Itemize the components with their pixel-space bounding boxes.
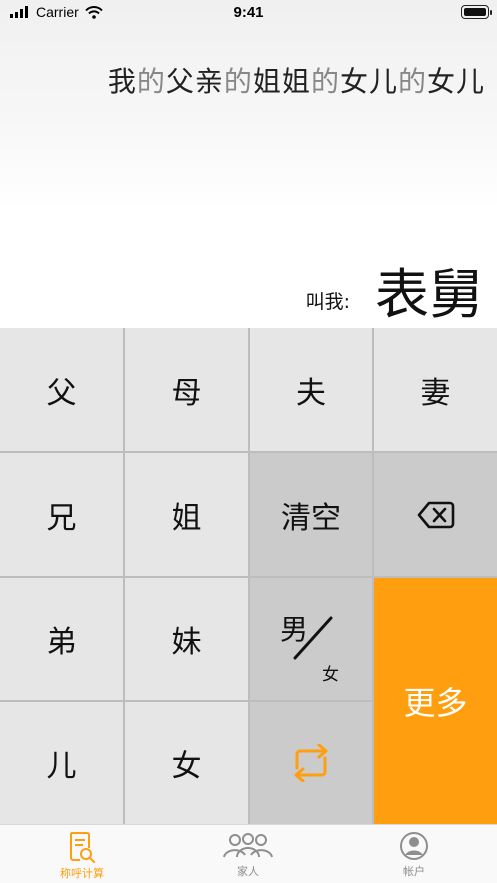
gender-toggle-button[interactable]: 男 女 (250, 578, 372, 700)
key-elder-sister[interactable]: 姐 (125, 453, 248, 576)
expression-connector: 的 (397, 65, 427, 98)
gender-female-label: 女 (322, 665, 339, 685)
result-label: 叫我: (305, 291, 350, 313)
tab-calculator[interactable]: 称呼计算 (22, 831, 142, 881)
more-button-label: 更多 (403, 684, 468, 722)
expression-connector: 的 (136, 65, 166, 98)
backspace-icon (417, 501, 454, 528)
user-circle-icon (400, 832, 428, 860)
key-younger-brother-label: 弟 (46, 625, 77, 660)
status-time: 9:41 (233, 4, 264, 21)
key-mother-label: 母 (171, 375, 202, 411)
key-husband-label: 夫 (296, 375, 326, 411)
key-younger-sister[interactable]: 妹 (125, 578, 248, 700)
expression-term: 女儿 (339, 65, 398, 98)
swap-button[interactable] (250, 702, 372, 824)
result-value: 表舅 (375, 263, 483, 326)
expression-term: 我 (107, 65, 137, 98)
clear-button-label: 清空 (281, 500, 341, 536)
key-younger-brother[interactable]: 弟 (0, 578, 123, 700)
key-father[interactable]: 父 (0, 328, 123, 451)
expression-term: 父亲 (165, 65, 224, 98)
key-son-label: 儿 (46, 749, 77, 784)
expression-connector: 的 (223, 65, 253, 98)
key-daughter-label: 女 (171, 749, 202, 784)
key-elder-sister-label: 姐 (171, 500, 202, 536)
expression-term: 女儿 (426, 65, 485, 98)
clear-button[interactable]: 清空 (250, 453, 372, 576)
backspace-button[interactable] (374, 453, 497, 576)
key-wife-label: 妻 (420, 375, 451, 411)
relation-expression: 我的父亲的姐姐的女儿的女儿 (108, 60, 485, 100)
tab-family-label: 家人 (237, 865, 259, 878)
tab-family[interactable]: 家人 (188, 831, 308, 879)
key-husband[interactable]: 夫 (250, 328, 372, 451)
key-wife[interactable]: 妻 (374, 328, 497, 451)
tab-account-label: 帐户 (403, 865, 425, 878)
key-mother[interactable]: 母 (125, 328, 248, 451)
key-elder-brother[interactable]: 兄 (0, 453, 123, 576)
people-group-icon (223, 833, 273, 858)
status-bar: Carrier 9:41 (0, 0, 497, 26)
result-display: 我的父亲的姐姐的女儿的女儿 叫我: 表舅 (0, 0, 497, 328)
key-younger-sister-label: 妹 (171, 625, 202, 660)
key-daughter[interactable]: 女 (125, 702, 248, 824)
tab-account[interactable]: 帐户 (354, 831, 474, 879)
slash-divider (293, 616, 333, 660)
tab-bar: 称呼计算 家人 帐户 (0, 824, 497, 883)
key-son[interactable]: 儿 (0, 702, 123, 824)
swap-icon (294, 744, 328, 782)
expression-term: 姐姐 (252, 65, 311, 98)
expression-connector: 的 (310, 65, 340, 98)
key-elder-brother-label: 兄 (46, 500, 77, 536)
key-father-label: 父 (46, 375, 77, 411)
battery-icon (461, 5, 492, 19)
tab-calculator-label: 称呼计算 (60, 867, 104, 880)
relation-keypad: 父 母 夫 妻 兄 姐 清空 弟 妹 男 女 儿 女 更多 (0, 328, 497, 824)
more-button[interactable]: 更多 (374, 578, 497, 824)
document-search-icon (70, 832, 95, 863)
